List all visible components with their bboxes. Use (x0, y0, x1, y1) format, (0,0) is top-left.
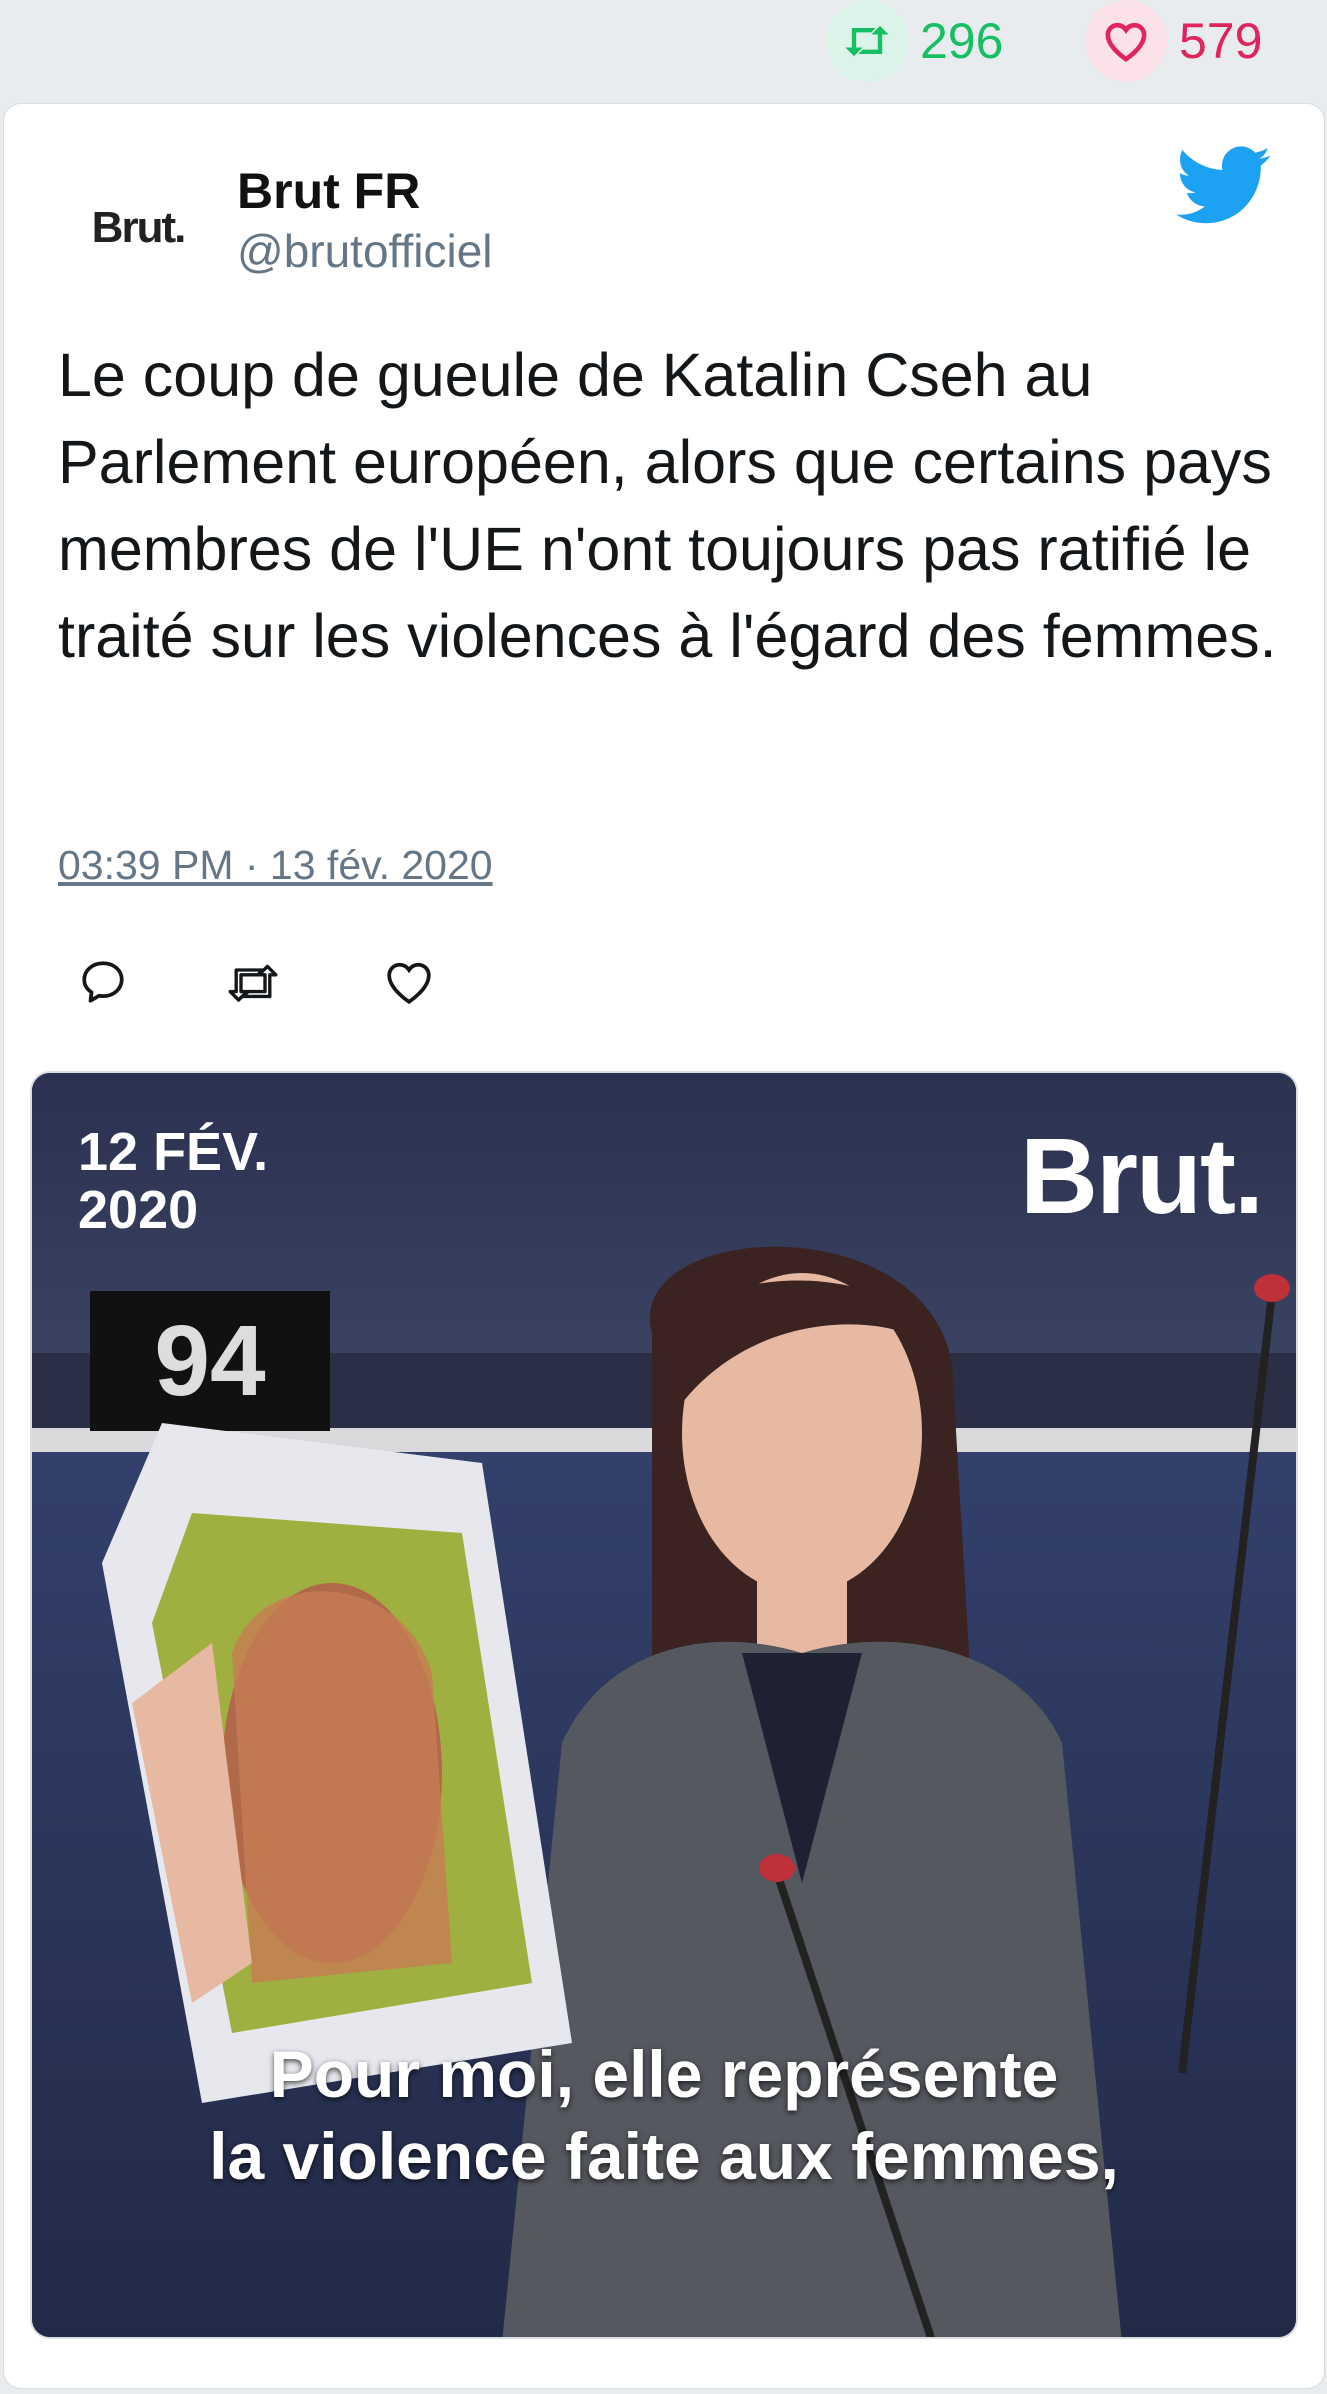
like-count-value: 579 (1179, 13, 1263, 69)
author-name[interactable]: Brut FR (237, 162, 420, 220)
like-button[interactable] (376, 949, 442, 1015)
retweet-button[interactable] (220, 949, 286, 1015)
like-count[interactable]: 579 (1085, 0, 1262, 82)
engagement-stats: 296 579 (0, 0, 1327, 105)
heart-icon[interactable] (1085, 0, 1167, 82)
tweet-card: Brut. Brut FR @brutofficiel Le coup de g… (3, 103, 1325, 2389)
author-handle[interactable]: @brutofficiel (237, 224, 493, 278)
retweet-icon (228, 964, 278, 1002)
retweet-icon[interactable] (826, 0, 908, 82)
twitter-bird-icon[interactable] (1176, 146, 1272, 226)
reply-icon (82, 961, 124, 1003)
heart-icon (387, 962, 431, 1005)
avatar[interactable]: Brut. (58, 168, 218, 288)
embedded-video[interactable]: 94 12 FÉV. 2020 Brut. Pour moi, elle rep… (30, 1071, 1298, 2339)
retweet-count-value: 296 (920, 13, 1004, 69)
tweet-text: Le coup de gueule de Katalin Cseh au Par… (58, 341, 1277, 670)
avatar-logo-text: Brut. (91, 203, 187, 252)
video-subtitle: Pour moi, elle représente la violence fa… (209, 2037, 1119, 2193)
tweet-timestamp[interactable]: 03:39 PM · 13 fév. 2020 (58, 842, 493, 889)
retweet-count[interactable]: 296 (826, 0, 1003, 82)
reply-button[interactable] (70, 949, 136, 1015)
video-brand-logo: Brut. (1020, 1115, 1264, 1236)
video-date-overlay: 12 FÉV. 2020 (78, 1122, 269, 1240)
